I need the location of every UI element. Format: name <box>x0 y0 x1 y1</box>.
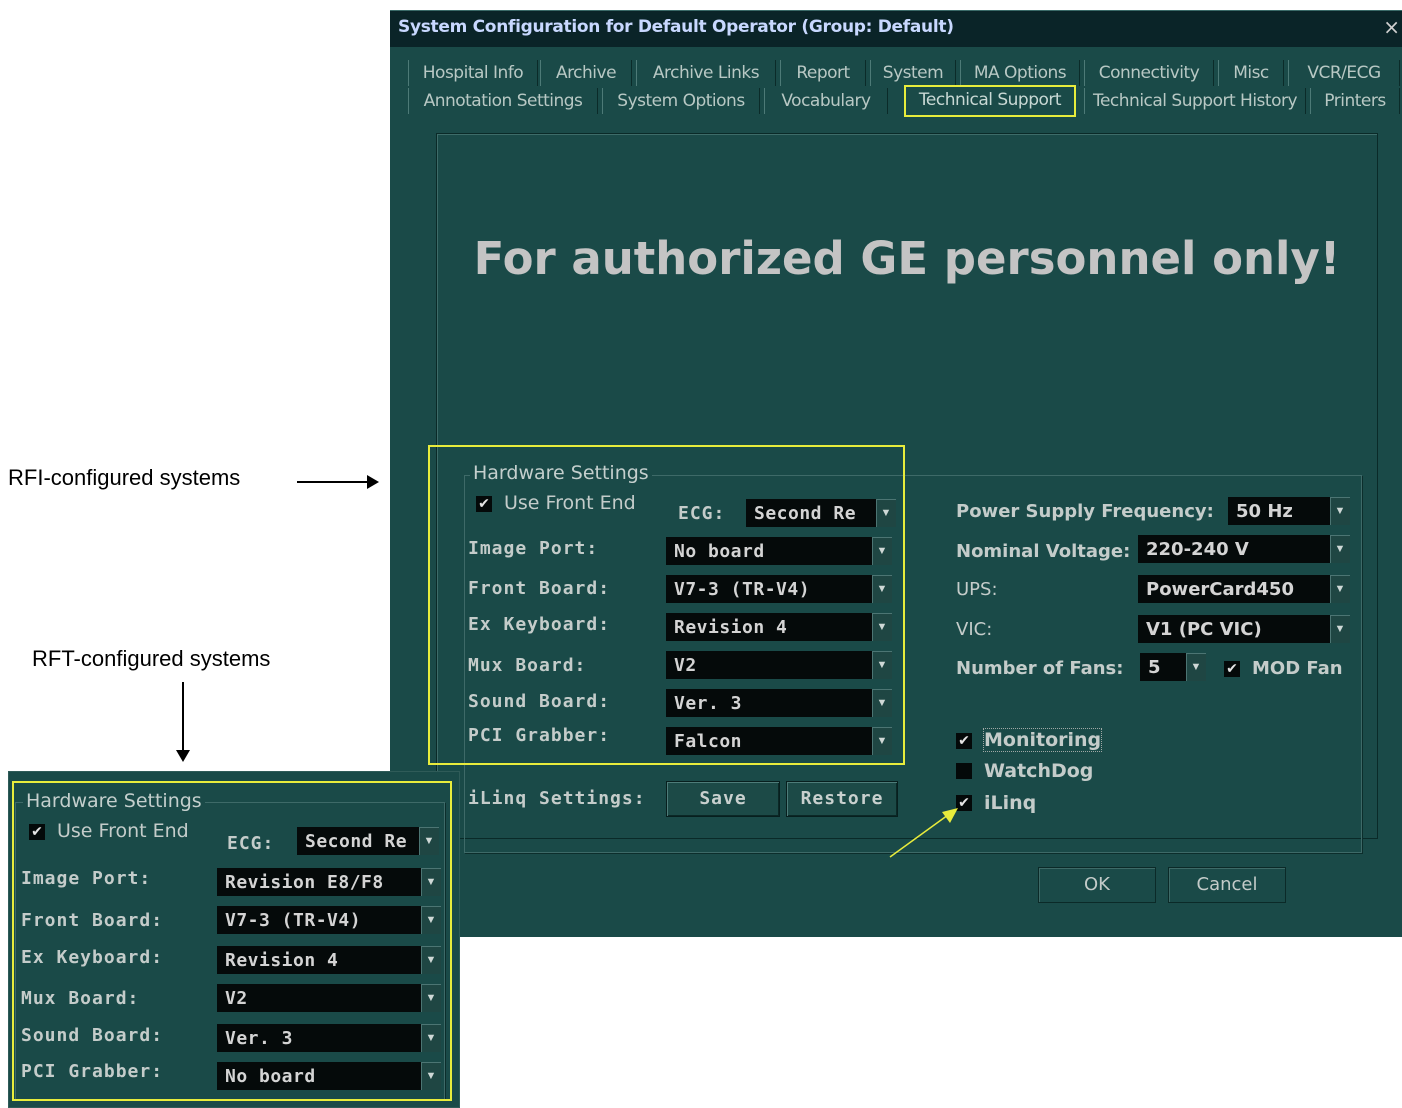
mod-fan-label: MOD Fan <box>1252 658 1343 679</box>
tab-vcr-ecg[interactable]: VCR/ECG <box>1288 60 1400 86</box>
tab-archive[interactable]: Archive <box>540 60 632 86</box>
save-button[interactable]: Save <box>666 781 780 817</box>
chevron-down-icon[interactable]: ▼ <box>1330 575 1350 603</box>
ups-value: PowerCard450 <box>1146 579 1294 600</box>
monitoring-label: Monitoring <box>982 728 1103 752</box>
tab-hospital-info[interactable]: Hospital Info <box>408 60 538 86</box>
cancel-button[interactable]: Cancel <box>1168 867 1286 903</box>
tab-vocabulary[interactable]: Vocabulary <box>764 88 888 114</box>
nominal-voltage-value: 220-240 V <box>1146 539 1249 560</box>
chevron-down-icon[interactable]: ▼ <box>1330 535 1350 563</box>
tab-connectivity[interactable]: Connectivity <box>1084 60 1214 86</box>
rfi-highlight-box <box>428 445 905 765</box>
power-supply-frequency-label: Power Supply Frequency: <box>956 501 1214 522</box>
chevron-down-icon[interactable]: ▼ <box>1330 497 1350 525</box>
ilinq-label: iLinq <box>984 792 1037 814</box>
rft-hardware-panel: Hardware Settings ✔ Use Front End ECG: S… <box>8 771 460 1108</box>
number-of-fans-dropdown[interactable]: 5 ▼ <box>1140 653 1206 681</box>
nominal-voltage-label: Nominal Voltage: <box>956 541 1131 562</box>
rft-arrow <box>176 682 190 762</box>
ok-button[interactable]: OK <box>1038 867 1156 903</box>
vic-dropdown[interactable]: V1 (PC VIC) ▼ <box>1138 615 1350 643</box>
close-icon[interactable]: × <box>1383 15 1400 39</box>
title-bar: System Configuration for Default Operato… <box>390 11 1402 47</box>
rft-annotation: RFT-configured systems <box>32 646 271 671</box>
watchdog-label: WatchDog <box>984 760 1094 782</box>
ilinq-settings-label: iLinq Settings: <box>468 788 646 809</box>
system-configuration-window: System Configuration for Default Operato… <box>390 10 1402 937</box>
tab-ma-options[interactable]: MA Options <box>960 60 1080 86</box>
tab-report[interactable]: Report <box>780 60 866 86</box>
nominal-voltage-dropdown[interactable]: 220-240 V ▼ <box>1138 535 1350 563</box>
ups-dropdown[interactable]: PowerCard450 ▼ <box>1138 575 1350 603</box>
tab-misc[interactable]: Misc <box>1218 60 1284 86</box>
tab-system-options[interactable]: System Options <box>602 88 760 114</box>
window-title: System Configuration for Default Operato… <box>398 17 954 37</box>
power-supply-frequency-dropdown[interactable]: 50 Hz ▼ <box>1228 497 1350 525</box>
tab-technical-support-history[interactable]: Technical Support History <box>1084 88 1306 114</box>
vic-value: V1 (PC VIC) <box>1146 619 1262 640</box>
vic-label: VIC: <box>956 619 993 640</box>
ups-label: UPS: <box>956 579 998 600</box>
tab-technical-support[interactable]: Technical Support <box>904 85 1076 117</box>
tab-annotation-settings[interactable]: Annotation Settings <box>408 88 598 114</box>
authorized-notice: For authorized GE personnel only! <box>473 232 1341 285</box>
watchdog-checkbox[interactable] <box>956 763 972 779</box>
chevron-down-icon[interactable]: ▼ <box>1186 653 1206 681</box>
monitoring-checkbox[interactable]: ✔ <box>956 733 972 749</box>
restore-button[interactable]: Restore <box>786 781 898 817</box>
number-of-fans-value: 5 <box>1148 657 1161 678</box>
rfi-arrow <box>297 475 379 489</box>
mod-fan-checkbox[interactable]: ✔ <box>1224 661 1240 677</box>
ilinq-pointer-arrow <box>889 808 958 858</box>
chevron-down-icon[interactable]: ▼ <box>1330 615 1350 643</box>
rfi-annotation: RFI-configured systems <box>8 465 241 490</box>
power-supply-frequency-value: 50 Hz <box>1236 501 1293 522</box>
tab-system[interactable]: System <box>870 60 956 86</box>
number-of-fans-label: Number of Fans: <box>956 658 1124 679</box>
rft-highlight-box <box>12 781 452 1101</box>
tab-printers[interactable]: Printers <box>1310 88 1400 114</box>
tab-archive-links[interactable]: Archive Links <box>636 60 776 86</box>
